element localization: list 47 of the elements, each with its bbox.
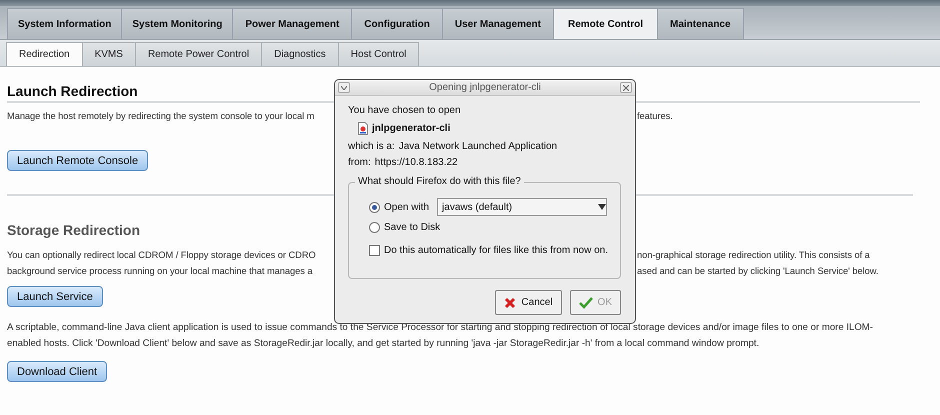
dialog-title: Opening jnlpgenerator-cli	[429, 82, 541, 93]
main-tab[interactable]: Remote Control	[552, 8, 658, 39]
x-mark-icon	[504, 296, 516, 308]
checkbox[interactable]	[369, 244, 380, 256]
description-text: features.	[637, 111, 673, 121]
main-tab[interactable]: Maintenance	[656, 8, 744, 39]
radio-button[interactable]	[369, 222, 380, 232]
main-tab[interactable]: Power Management	[232, 8, 352, 39]
document-icon	[358, 122, 368, 134]
launch-service-button[interactable]: Launch Service	[7, 286, 103, 307]
main-tab[interactable]: User Management	[442, 8, 554, 39]
description-text: non-graphical storage redirection utility. This consists of a	[637, 250, 870, 260]
from-label: from:	[348, 156, 371, 168]
sub-tab[interactable]: Remote Power Control	[134, 42, 262, 66]
close-icon	[623, 84, 629, 90]
description-text: ased and can be started by clicking 'Launch Service' below.	[637, 266, 878, 276]
main-tab[interactable]: System Monitoring	[121, 8, 234, 39]
close-button[interactable]	[620, 82, 632, 93]
intro-text: You have chosen to open	[348, 104, 461, 116]
description-text: You can optionally redirect local CDROM / Floppy storage devices or CDRO	[7, 250, 316, 260]
from-value: https://10.8.183.22	[374, 156, 458, 168]
dropdown-caret-icon	[598, 204, 606, 210]
cancel-button[interactable]: Cancel	[495, 290, 562, 315]
sub-tab[interactable]: Redirection	[6, 42, 83, 66]
checkbox-label: Do this automatically for files like this from now on.	[384, 244, 608, 256]
group-title: What should Firefox do with this file?	[355, 176, 524, 187]
window-menu-button[interactable]	[338, 82, 350, 93]
launch-remote-console-button[interactable]: Launch Remote Console	[7, 150, 148, 171]
option-label: Save to Disk	[384, 222, 440, 232]
option-label: Open with	[384, 202, 430, 212]
sub-tab[interactable]: Diagnostics	[261, 42, 339, 66]
file-name: jnlpgenerator-cli	[372, 122, 450, 134]
application-dropdown[interactable]: javaws (default)	[437, 198, 608, 216]
section-heading: Storage Redirection	[7, 222, 140, 238]
type-label: which is a:	[348, 140, 395, 152]
main-tab[interactable]: System Information	[7, 8, 122, 39]
radio-button[interactable]	[369, 202, 380, 212]
main-tab[interactable]: Configuration	[351, 8, 443, 39]
download-client-button[interactable]: Download Client	[7, 361, 108, 382]
description-text: background service process running on your local machine that manages a	[7, 266, 312, 276]
section-heading: Launch Redirection	[7, 83, 138, 99]
checkmark-icon	[578, 296, 593, 308]
caret-icon	[341, 86, 347, 90]
sub-tab[interactable]: KVMS	[82, 42, 136, 66]
type-value: Java Network Launched Application	[398, 140, 558, 152]
sub-tab[interactable]: Host Control	[338, 42, 420, 66]
description-text: Manage the host remotely by redirecting the system console to your local m	[7, 111, 314, 121]
